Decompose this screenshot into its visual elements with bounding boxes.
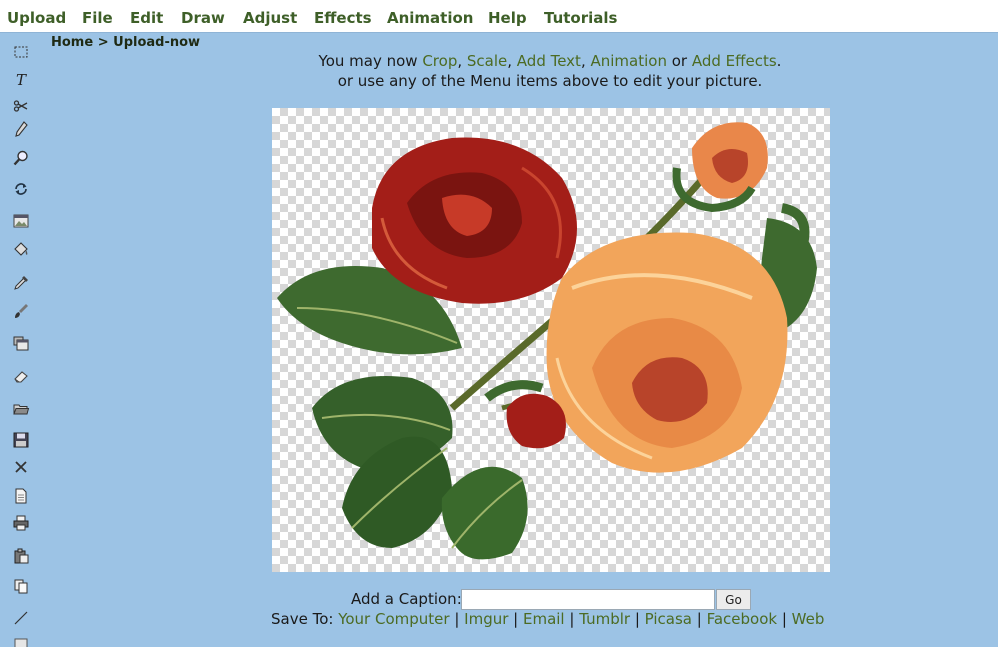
crop-link[interactable]: Crop [422,52,457,70]
menu-draw[interactable]: Draw [181,9,225,27]
close-icon[interactable] [11,457,31,477]
intro-comma: , [580,52,591,70]
scissors-icon[interactable] [11,96,31,116]
brush-icon[interactable] [11,301,31,321]
menu-upload[interactable]: Upload [7,9,66,27]
intro-comma: , [457,52,467,70]
select-icon[interactable] [11,42,31,62]
intro-line-1: You may now Crop, Scale, Add Text, Anima… [290,51,810,71]
paint-bucket-icon[interactable] [11,240,31,260]
eyedropper-icon[interactable] [11,273,31,293]
intro-comma: , [507,52,517,70]
go-button[interactable]: Go [716,589,751,610]
new-document-icon[interactable] [11,486,31,506]
save-separator: | [692,610,707,628]
print-icon[interactable] [11,513,31,533]
intro-prefix: You may now [318,52,423,70]
zoom-icon[interactable] [11,148,31,168]
menu-edit[interactable]: Edit [130,9,163,27]
save-your-computer-link[interactable]: Your Computer [338,610,449,628]
menu-tutorials[interactable]: Tutorials [544,9,617,27]
open-folder-icon[interactable] [11,399,31,419]
menu-help[interactable]: Help [488,9,527,27]
layers-icon[interactable] [11,334,31,354]
tool-palette: T [0,34,44,647]
intro-period: . [776,52,782,70]
save-separator: | [777,610,792,628]
save-icon[interactable] [11,430,31,450]
edited-picture[interactable] [272,108,830,572]
scale-link[interactable]: Scale [467,52,507,70]
line-icon[interactable] [11,608,31,628]
breadcrumb: Home > Upload-now [51,35,200,50]
eraser-icon[interactable] [11,366,31,386]
add-effects-link[interactable]: Add Effects [692,52,777,70]
caption-label: Add a Caption: [351,590,462,608]
breadcrumb-separator: > [93,35,114,50]
image-icon[interactable] [11,211,31,231]
intro-line-2: or use any of the Menu items above to ed… [337,72,763,90]
menu-file[interactable]: File [82,9,113,27]
animation-link[interactable]: Animation [591,52,667,70]
svg-text:T: T [16,71,27,88]
rotate-icon[interactable] [11,179,31,199]
save-tumblr-link[interactable]: Tumblr [579,610,630,628]
save-separator: | [564,610,580,628]
menu-bar: Upload File Edit Draw Adjust Effects Ani… [0,0,998,33]
save-separator: | [449,610,465,628]
frame-icon[interactable] [11,634,31,647]
save-facebook-link[interactable]: Facebook [707,610,777,628]
menu-effects[interactable]: Effects [314,9,372,27]
add-text-link[interactable]: Add Text [517,52,581,70]
save-web-link[interactable]: Web [792,610,825,628]
intro-text: You may now Crop, Scale, Add Text, Anima… [290,51,810,91]
save-to-label: Save To: [271,610,339,628]
pencil-icon[interactable] [11,119,31,139]
save-email-link[interactable]: Email [523,610,565,628]
caption-input[interactable] [461,589,715,610]
save-separator: | [508,610,523,628]
save-picasa-link[interactable]: Picasa [645,610,692,628]
copy-icon[interactable] [11,576,31,596]
intro-or: or [666,52,692,70]
rose-bouquet-image [277,122,817,560]
save-imgur-link[interactable]: Imgur [464,610,508,628]
paste-icon[interactable] [11,546,31,566]
save-separator: | [630,610,645,628]
text-icon[interactable]: T [11,69,31,89]
save-to-row: Save To: Your Computer | Imgur | Email |… [271,610,824,628]
menu-adjust[interactable]: Adjust [243,9,297,27]
breadcrumb-home[interactable]: Home [51,35,93,50]
menu-animation[interactable]: Animation [387,9,473,27]
breadcrumb-current[interactable]: Upload-now [113,35,200,50]
